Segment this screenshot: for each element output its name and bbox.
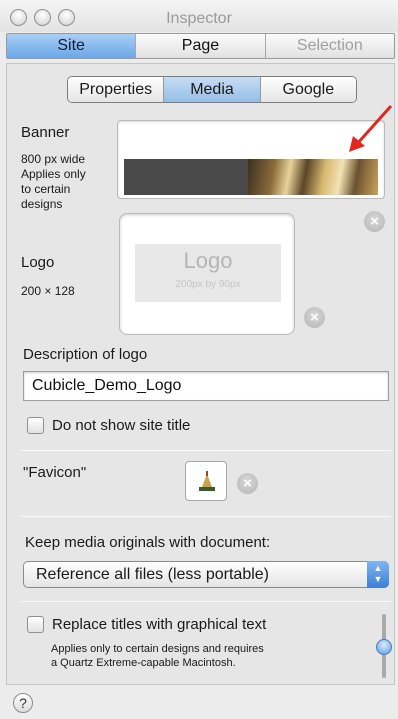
hide-site-title-checkbox[interactable] — [27, 417, 44, 434]
site-sub-tabs: Properties Media Google — [67, 76, 357, 103]
help-button[interactable]: ? — [13, 693, 33, 713]
site-panel: Properties Media Google Banner 800 px wi… — [6, 63, 395, 685]
tab-media[interactable]: Media — [164, 77, 261, 102]
favicon-label: "Favicon" — [23, 464, 87, 481]
tab-site[interactable]: Site — [7, 34, 137, 58]
media-originals-label: Keep media originals with document: — [25, 534, 271, 551]
inspector-window: Inspector Site Page Selection Properties… — [0, 0, 398, 719]
remove-banner-icon[interactable]: × — [364, 211, 385, 232]
banner-photo — [248, 159, 378, 195]
logo-placeholder: Logo 200px by 90px — [135, 244, 281, 302]
banner-image — [124, 159, 378, 195]
graphical-text-checkbox[interactable] — [27, 616, 44, 633]
logo-label: Logo — [21, 254, 55, 271]
graphical-text-note-2: a Quartz Extreme-capable Macintosh. — [51, 657, 236, 669]
banner-applies-note-2: to certain — [21, 182, 71, 196]
hide-site-title-label: Do not show site title — [52, 417, 191, 434]
red-arrow-icon — [349, 104, 393, 152]
tab-page[interactable]: Page — [136, 34, 266, 58]
logo-size-note: 200 × 128 — [21, 284, 75, 298]
tab-selection[interactable]: Selection — [265, 34, 394, 58]
graphical-text-note: Applies only to certain designs and requ… — [51, 643, 264, 655]
logo-image-well[interactable]: Logo 200px by 90px — [119, 213, 295, 335]
remove-logo-icon[interactable]: × — [304, 307, 325, 328]
banner-image-well[interactable] — [117, 120, 385, 199]
banner-width-note: 800 px wide — [21, 152, 86, 166]
divider — [21, 450, 391, 451]
logo-description-field[interactable] — [23, 371, 389, 401]
favicon-image-well[interactable] — [185, 461, 227, 501]
description-label: Description of logo — [23, 346, 148, 363]
inspector-tab-bar: Site Page Selection — [6, 33, 395, 59]
tab-properties[interactable]: Properties — [68, 77, 165, 102]
favicon-icon — [199, 471, 215, 491]
media-originals-value: Reference all files (less portable) — [36, 566, 269, 583]
banner-applies-note-3: designs — [21, 197, 63, 211]
tab-google[interactable]: Google — [260, 77, 356, 102]
logo-placeholder-size: 200px by 90px — [175, 279, 241, 290]
title-bar: Inspector — [0, 0, 398, 32]
divider — [21, 516, 391, 517]
banner-applies-note: Applies only — [21, 167, 86, 181]
scroll-slider-knob[interactable] — [376, 639, 392, 655]
window-title: Inspector — [166, 10, 232, 27]
popup-arrows-icon: ▲ ▼ — [367, 561, 389, 588]
banner-label: Banner — [21, 124, 70, 141]
divider — [21, 601, 391, 602]
logo-placeholder-title: Logo — [183, 248, 233, 273]
graphical-text-label: Replace titles with graphical text — [52, 616, 267, 633]
media-originals-popup[interactable]: Reference all files (less portable) ▲ ▼ — [23, 561, 389, 588]
remove-favicon-icon[interactable]: × — [237, 473, 258, 494]
